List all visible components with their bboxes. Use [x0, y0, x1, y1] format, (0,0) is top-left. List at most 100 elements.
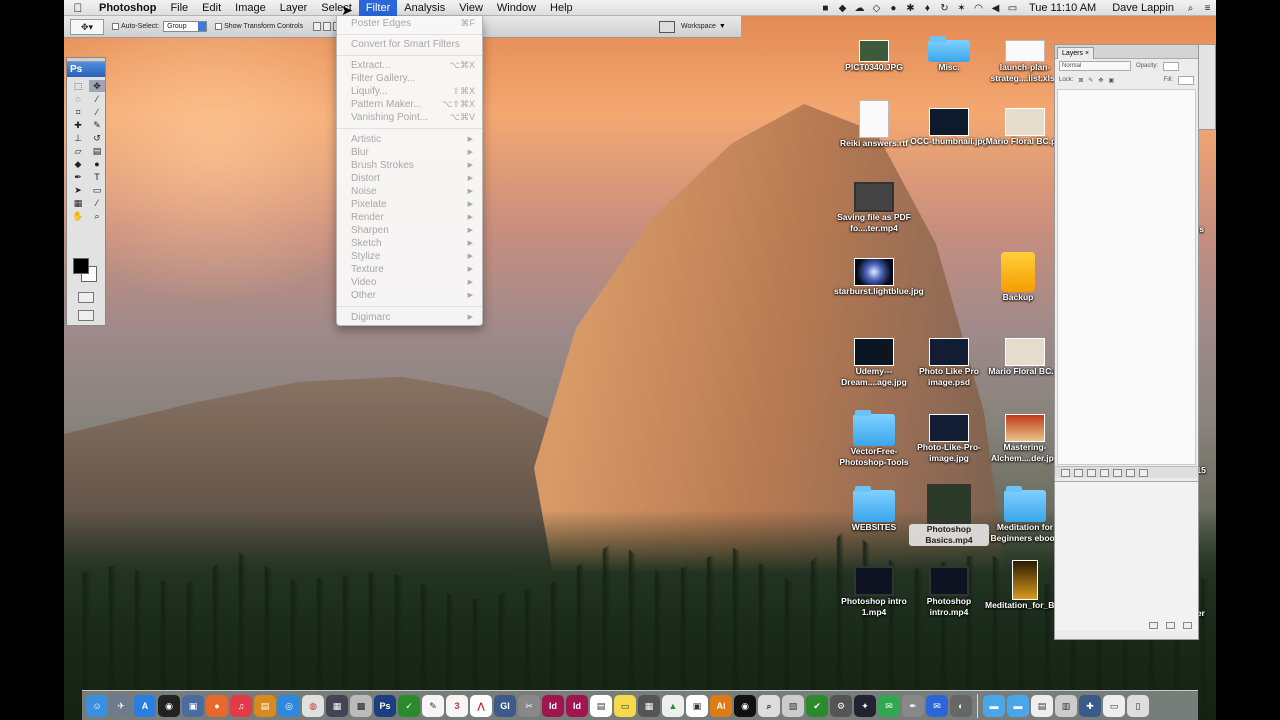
slice-tool-icon[interactable]: ∕	[89, 106, 105, 118]
auto-select-dropdown[interactable]: Group	[163, 21, 208, 32]
photoshop-dock-icon[interactable]: Ps	[374, 694, 396, 717]
downloads-stack-icon[interactable]: ▬	[1007, 694, 1029, 717]
desktop-icon[interactable]: PICT0340.JPG	[834, 40, 914, 73]
lasso-tool-icon[interactable]: ◌	[70, 93, 86, 105]
gradient-tool-icon[interactable]: ▤	[89, 145, 105, 157]
menu-item-filter-gallery[interactable]: Filter Gallery...	[351, 72, 475, 85]
new-group-icon[interactable]	[1113, 469, 1122, 477]
time-machine-icon[interactable]: ↻	[936, 3, 953, 14]
bluetooth-icon[interactable]: ✶	[953, 3, 970, 14]
tab-layers[interactable]: Layers ×	[1057, 47, 1095, 59]
folder-stack-icon[interactable]: ▬	[983, 694, 1005, 717]
window-stack-icon[interactable]: ▭	[1103, 694, 1125, 717]
preview-icon[interactable]: ▣	[182, 694, 204, 717]
desktop-icon[interactable]: Photoshop intro.mp4	[909, 566, 989, 618]
lock-image-icon[interactable]: ✎	[1088, 77, 1093, 84]
desktop-icon[interactable]: VectorFree-Photoshop-Tools	[834, 410, 914, 468]
mail-app-icon[interactable]: ✉	[926, 694, 948, 717]
opacity-field[interactable]	[1163, 61, 1180, 71]
leaf-icon[interactable]: ✓	[398, 694, 420, 717]
launchpad-icon[interactable]: ✈	[110, 694, 132, 717]
menu-item-noise[interactable]: Noise ▶	[351, 185, 475, 198]
desktop-icon[interactable]: Photoshop intro 1.mp4	[834, 566, 914, 618]
desktop-icon[interactable]: Backup	[978, 252, 1058, 303]
desktop-icon[interactable]: OCC-thumbnail.jpg	[909, 108, 989, 147]
menu-item-digimarc[interactable]: Digimarc ▶	[351, 311, 475, 324]
menu-file[interactable]: File	[163, 0, 195, 16]
eraser-tool-icon[interactable]: ▱	[70, 145, 86, 157]
trash-icon[interactable]	[1139, 469, 1148, 477]
dodge-tool-icon[interactable]: ●	[89, 158, 105, 170]
indesign-icon-1[interactable]: Id	[542, 694, 564, 717]
network-app-icon[interactable]: ✚	[1079, 694, 1101, 717]
system-preferences-icon[interactable]: ⚙	[830, 694, 852, 717]
link-layers-icon[interactable]	[1061, 469, 1070, 477]
auto-select-checkbox[interactable]	[112, 23, 119, 30]
menu-item-last-filter[interactable]: Poster Edges ⌘F	[351, 17, 475, 30]
layers-list[interactable]	[1057, 89, 1196, 465]
wifi-icon[interactable]: ◠	[970, 3, 987, 14]
safari-icon[interactable]: ◎	[278, 694, 300, 717]
pen-app-icon[interactable]: ✒	[902, 694, 924, 717]
eyedropper-tool-icon[interactable]: ⁄	[89, 197, 105, 209]
menu-analysis[interactable]: Analysis	[397, 0, 452, 16]
menu-item-pixelate[interactable]: Pixelate ▶	[351, 198, 475, 211]
spotlight-search-icon[interactable]: ⌕	[1182, 3, 1199, 14]
dark-app-icon[interactable]: ✦	[854, 694, 876, 717]
menu-item-other[interactable]: Other ▶	[351, 289, 475, 302]
app-store-icon[interactable]: A	[134, 694, 156, 717]
menu-item-distort[interactable]: Distort ▶	[351, 172, 475, 185]
desktop-icon[interactable]: starburst.lightblue.jpg	[834, 258, 924, 297]
pen-tool-icon[interactable]: ✒	[70, 171, 86, 183]
brush-tool-icon[interactable]: ✎	[89, 119, 105, 131]
lock-position-icon[interactable]: ✥	[1098, 77, 1103, 84]
menu-item-sharpen[interactable]: Sharpen ▶	[351, 224, 475, 237]
misc-app-icon[interactable]: ◐	[950, 694, 972, 717]
calendar-icon[interactable]: 3	[446, 694, 468, 717]
desktop-icon[interactable]: Reiki answers.rtf	[834, 100, 914, 149]
ibooks-icon[interactable]: ▤	[254, 694, 276, 717]
type-tool-icon[interactable]: T	[89, 171, 105, 183]
shape-tool-icon[interactable]: ▭	[89, 184, 105, 196]
new-item-icon[interactable]	[1166, 622, 1175, 629]
magic-wand-tool-icon[interactable]: ⁄	[89, 93, 105, 105]
textedit-icon[interactable]: ✎	[422, 694, 444, 717]
screen-tool-icon[interactable]: ▦	[638, 694, 660, 717]
menu-item-texture[interactable]: Texture ▶	[351, 263, 475, 276]
layer-mask-icon[interactable]	[1087, 469, 1096, 477]
battery-icon[interactable]: ▭	[1004, 3, 1021, 14]
menu-item-stylize[interactable]: Stylize ▶	[351, 250, 475, 263]
desktop-icon[interactable]: Mario Floral BC.pdf	[985, 108, 1065, 147]
finder-icon[interactable]: ☺	[86, 694, 108, 717]
desktop-icon-selected[interactable]: Photoshop Basics.mp4	[909, 484, 989, 548]
menu-item-vanishing-point[interactable]: Vanishing Point... ⌥⌘V	[351, 111, 475, 124]
crop-tool-icon[interactable]: ⌗	[70, 106, 86, 118]
desktop-icon[interactable]: Mario Floral BC.tif	[985, 338, 1065, 377]
menu-item-render[interactable]: Render ▶	[351, 211, 475, 224]
layer-style-icon[interactable]	[1074, 469, 1083, 477]
google-drive-icon[interactable]: ▲	[662, 694, 684, 717]
notes-tool-icon[interactable]: ▦	[70, 197, 86, 209]
workspace-switcher[interactable]: Workspace ▼	[655, 16, 741, 38]
evernote-icon[interactable]: ◆	[834, 3, 851, 14]
menu-item-convert-smart-filters[interactable]: Convert for Smart Filters	[351, 38, 475, 51]
desktop-icon[interactable]: Udemy---Dream....age.jpg	[834, 338, 914, 388]
menu-item-artistic[interactable]: Artistic ▶	[351, 133, 475, 146]
move-tool-icon[interactable]: ✥	[89, 80, 105, 92]
menu-item-liquify[interactable]: Liquify... ⇧⌘X	[351, 85, 475, 98]
collapsed-panel-strip[interactable]	[1198, 44, 1216, 130]
marquee-tool-icon[interactable]: ⬚	[70, 80, 86, 92]
menu-filter[interactable]: Filter	[358, 0, 398, 16]
desktop-icon[interactable]: Meditation for Beginners ebook	[985, 486, 1065, 544]
menu-layer[interactable]: Layer	[273, 0, 315, 16]
menubar-user[interactable]: Dave Lappin	[1104, 2, 1182, 14]
flame-icon[interactable]: ♦	[919, 3, 936, 14]
notification-center-icon[interactable]: ≡	[1199, 3, 1216, 14]
printer-icon[interactable]: ▥	[1055, 694, 1077, 717]
foreground-color-swatch[interactable]	[73, 258, 89, 274]
delete-item-icon[interactable]	[1183, 622, 1192, 629]
tool-preset-picker[interactable]: ✥▾	[70, 18, 104, 35]
menu-help[interactable]: Help	[543, 0, 580, 16]
menu-window[interactable]: Window	[490, 0, 543, 16]
gi-app-icon[interactable]: GI	[494, 694, 516, 717]
